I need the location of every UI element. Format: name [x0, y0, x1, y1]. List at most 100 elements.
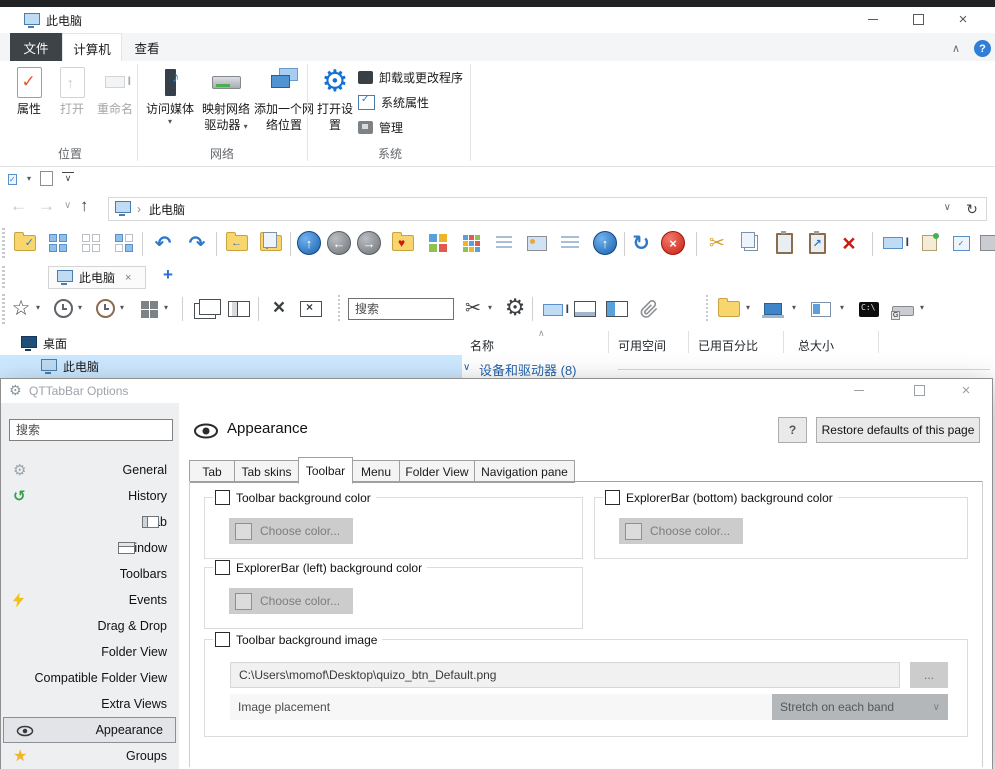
column-header-name[interactable]: 名称: [470, 337, 494, 354]
tile-windows-icon[interactable]: [226, 296, 252, 322]
ribbon-rename-button[interactable]: 重命名: [92, 63, 138, 117]
refresh-button[interactable]: ↻: [958, 197, 987, 221]
folder-options-icon[interactable]: ✓: [12, 230, 38, 256]
thumbnails-view-icon[interactable]: [425, 230, 451, 256]
column-separator[interactable]: [783, 331, 784, 353]
clone-window-icon[interactable]: [192, 298, 218, 324]
copy-icon[interactable]: [738, 230, 764, 256]
sidebar-item-general[interactable]: ⚙ General: [1, 457, 179, 483]
breadcrumb[interactable]: 此电脑: [149, 201, 185, 218]
view-grid-mixed-icon[interactable]: [111, 230, 137, 256]
rename-small-icon[interactable]: [540, 297, 566, 323]
column-header-total-size[interactable]: 总大小: [798, 337, 834, 354]
chevron-down-icon[interactable]: ▾: [164, 303, 168, 312]
chevron-down-icon[interactable]: ▾: [27, 174, 31, 183]
up-circle-icon[interactable]: ↑: [592, 230, 618, 256]
history-dropdown-icon[interactable]: ∨: [64, 200, 71, 211]
chevron-down-icon[interactable]: ▾: [120, 303, 124, 312]
printer-remove-icon[interactable]: [978, 230, 995, 256]
control-panel-menu-icon[interactable]: [808, 296, 834, 322]
address-dropdown-icon[interactable]: ∨: [944, 202, 951, 213]
paste-icon[interactable]: [771, 230, 797, 256]
tab-view[interactable]: 查看: [122, 33, 172, 61]
chevron-down-icon[interactable]: ▾: [488, 303, 492, 312]
sidebar-item-events[interactable]: Events: [1, 587, 179, 613]
sidebar-item-toolbars[interactable]: Toolbars: [1, 561, 179, 587]
ribbon-collapse-button[interactable]: ∧: [952, 42, 960, 55]
page-help-button[interactable]: ?: [778, 417, 807, 443]
recent-folders-clock-icon[interactable]: [50, 295, 76, 321]
dialog-tab-folder-view[interactable]: Folder View: [399, 460, 475, 483]
close-button[interactable]: ×: [948, 9, 978, 29]
qat-properties-icon[interactable]: ✓: [8, 174, 17, 185]
explorerbar-left-bg-color-checkbox[interactable]: [215, 560, 230, 575]
drives-group-header[interactable]: 设备和驱动器 (8): [479, 360, 577, 379]
cut-icon[interactable]: ✂: [704, 230, 730, 256]
toolbar-gripper[interactable]: [2, 294, 5, 324]
redo-icon[interactable]: ↷: [184, 230, 210, 256]
delete-icon[interactable]: ×: [836, 230, 862, 256]
column-separator[interactable]: [688, 331, 689, 353]
toolbar-gripper[interactable]: [2, 228, 5, 260]
choose-color-button[interactable]: Choose color...: [619, 518, 743, 544]
ribbon-map-drive-button[interactable]: 映射网络驱动器 ▾: [198, 63, 254, 135]
chevron-down-icon[interactable]: ▾: [746, 303, 750, 312]
sidebar-item-groups[interactable]: ★ Groups: [1, 743, 179, 769]
command-prompt-icon[interactable]: [856, 296, 882, 322]
toolbar-gripper[interactable]: [338, 295, 340, 323]
copy-to-folder-icon[interactable]: [258, 230, 284, 256]
search-input[interactable]: [348, 298, 454, 320]
windows-logo-icon[interactable]: [136, 296, 162, 322]
folder-menu-icon[interactable]: [716, 296, 742, 322]
minimize-button[interactable]: [858, 9, 888, 29]
new-tab-button[interactable]: +: [163, 265, 173, 285]
properties-list-icon[interactable]: ✓: [948, 230, 974, 256]
sidebar-item-extra-views[interactable]: Extra Views: [1, 691, 179, 717]
column-header-free-space[interactable]: 可用空间: [618, 337, 666, 354]
choose-color-button[interactable]: Choose color...: [229, 518, 353, 544]
maximize-button[interactable]: [904, 380, 934, 400]
sidebar-item-appearance[interactable]: Appearance: [3, 717, 176, 743]
star-menu-icon[interactable]: ☆: [8, 295, 34, 321]
send-to-icon[interactable]: [916, 230, 942, 256]
sidebar-item-drag-drop[interactable]: Drag & Drop: [1, 613, 179, 639]
maximize-button[interactable]: [903, 9, 933, 29]
options-gear-icon[interactable]: ⚙: [502, 294, 528, 320]
chevron-down-icon[interactable]: ▾: [840, 303, 844, 312]
options-search-input[interactable]: [9, 419, 173, 441]
ribbon-open-button[interactable]: ↑ 打开: [52, 63, 92, 117]
dialog-tab-menu[interactable]: Menu: [352, 460, 400, 483]
paste-shortcut-icon[interactable]: ↗: [804, 230, 830, 256]
ribbon-properties-button[interactable]: ✓ 属性: [8, 63, 50, 117]
sidebar-item-compatible-folder-view[interactable]: Compatible Folder View: [1, 665, 179, 691]
ribbon-system-properties-button[interactable]: ✓ 系统属性: [358, 94, 429, 111]
dialog-tab-tab-skins[interactable]: Tab skins: [234, 460, 299, 483]
refresh-icon[interactable]: ↻: [628, 230, 654, 256]
tab-computer[interactable]: 计算机: [62, 33, 122, 62]
forward-icon[interactable]: →: [38, 196, 55, 216]
chevron-down-icon[interactable]: ▾: [36, 303, 40, 312]
image-path-field[interactable]: [230, 662, 900, 688]
sidebar-item-history[interactable]: ↺ History: [1, 483, 179, 509]
image-placement-dropdown[interactable]: Stretch on each band ∨: [772, 694, 948, 720]
qat-new-item-icon[interactable]: [40, 171, 53, 186]
tab-this-pc[interactable]: 此电脑 ×: [48, 266, 146, 289]
tree-item-desktop[interactable]: 桌面: [0, 333, 460, 354]
close-window-icon[interactable]: [298, 296, 324, 322]
column-header-percent-used[interactable]: 已用百分比: [698, 337, 758, 354]
dialog-tab-tab[interactable]: Tab: [189, 460, 235, 483]
qat-customize-icon[interactable]: ∨: [62, 172, 74, 184]
back-circle-icon[interactable]: ←: [326, 230, 352, 256]
forward-circle-icon[interactable]: →: [356, 230, 382, 256]
dialog-tab-navigation-pane[interactable]: Navigation pane: [474, 460, 575, 483]
rename-icon[interactable]: [880, 230, 906, 256]
sidebar-item-folder-view[interactable]: Folder View: [1, 639, 179, 665]
toolbar-bg-image-checkbox[interactable]: [215, 632, 230, 647]
chevron-down-icon[interactable]: ▾: [920, 303, 924, 312]
ribbon-uninstall-button[interactable]: 卸载或更改程序: [358, 69, 463, 86]
view-grid-blue-icon[interactable]: [45, 230, 71, 256]
cut-scissors-icon[interactable]: ✂: [460, 295, 486, 321]
up-level-icon[interactable]: ↑: [296, 230, 322, 256]
help-button[interactable]: ?: [974, 40, 991, 57]
large-icons-view-icon[interactable]: [458, 230, 484, 256]
